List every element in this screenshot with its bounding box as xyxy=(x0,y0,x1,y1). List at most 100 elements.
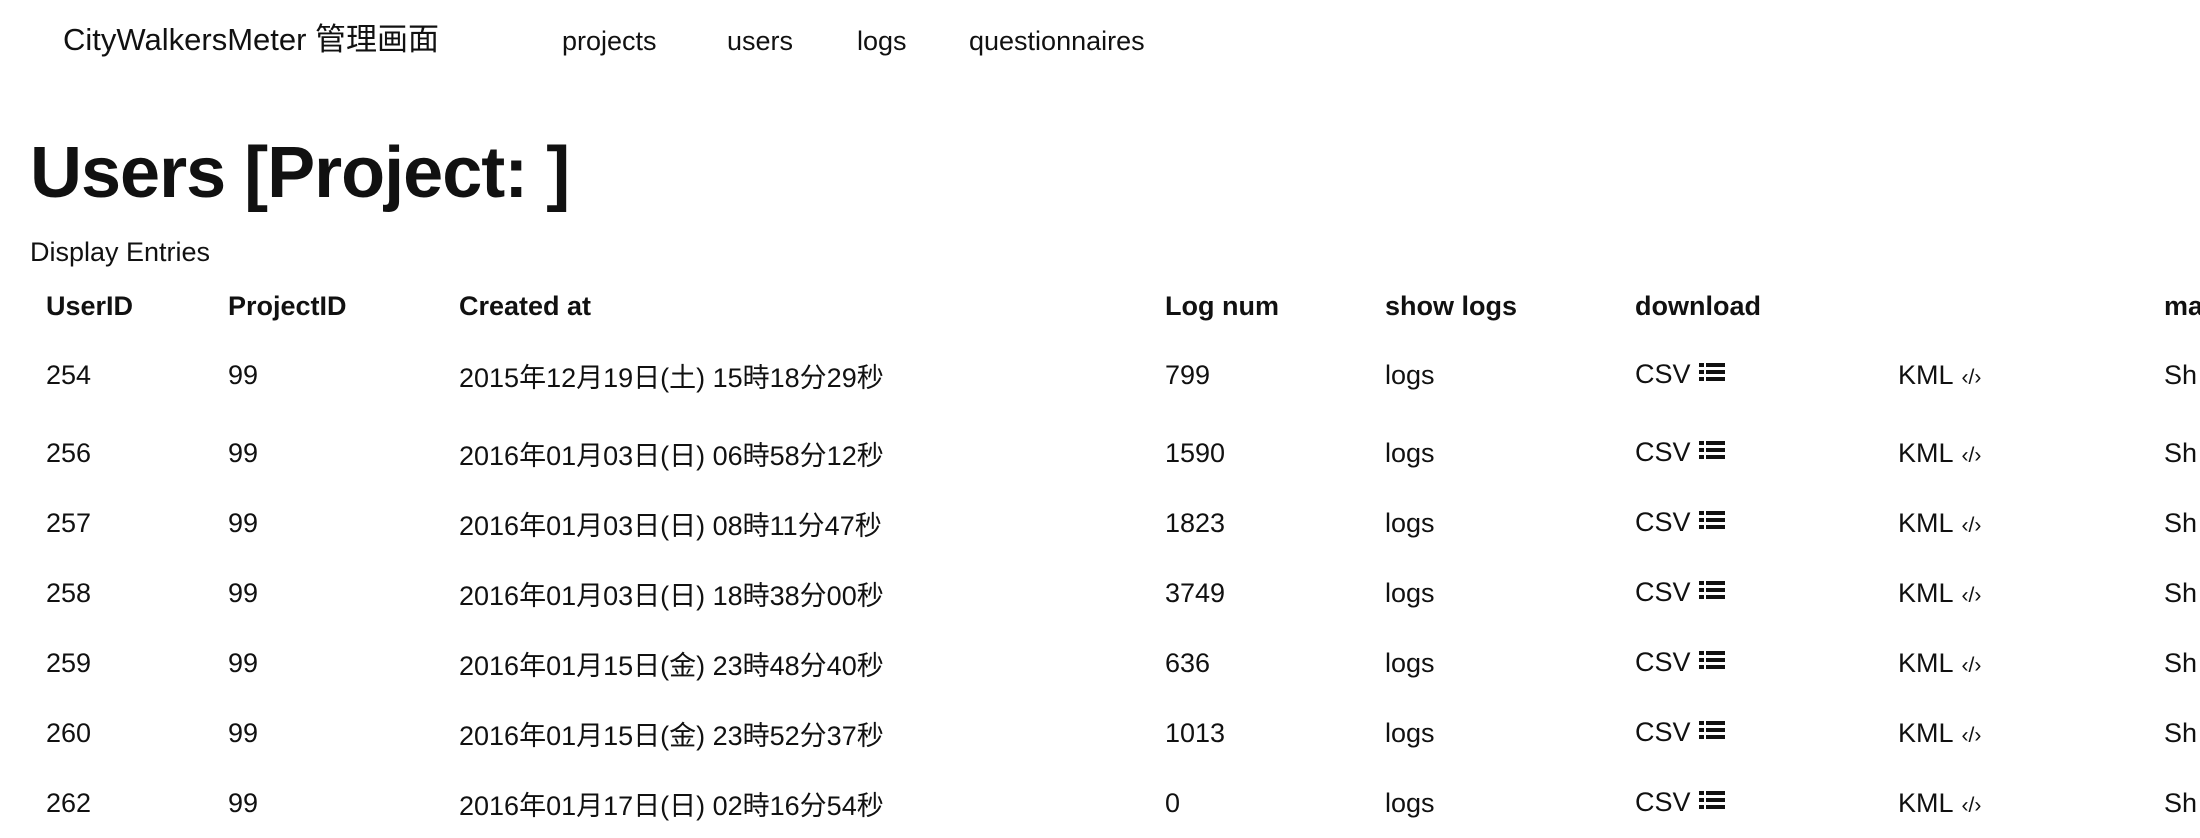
show-map-link[interactable]: Sh xyxy=(2164,508,2197,538)
download-csv-link[interactable]: CSV xyxy=(1635,359,1725,389)
cell-map: Sh xyxy=(2148,332,2200,418)
nav-link-projects[interactable]: projects xyxy=(562,22,657,60)
download-csv-label: CSV xyxy=(1635,716,1691,747)
list-icon xyxy=(1698,716,1725,747)
download-csv-label: CSV xyxy=(1635,786,1691,817)
cell-map: Sh xyxy=(2148,558,2200,628)
table-row: 256 99 2016年01月03日(日) 06時58分12秒 1590 logs CSV… xyxy=(30,418,2200,488)
nav-link-logs[interactable]: logs xyxy=(857,22,907,60)
show-map-link[interactable]: Sh xyxy=(2164,718,2197,748)
cell-download-kml: KML ‹/› xyxy=(1882,628,2148,698)
download-kml-link[interactable]: KML ‹/› xyxy=(1898,648,1981,678)
download-kml-link[interactable]: KML ‹/› xyxy=(1898,360,1981,390)
cell-log-num: 636 xyxy=(1165,647,1211,678)
cell-map: Sh xyxy=(2148,698,2200,768)
show-logs-link[interactable]: logs xyxy=(1385,438,1435,468)
cell-project-id: 99 xyxy=(228,507,259,538)
list-icon xyxy=(1698,646,1725,677)
show-logs-link[interactable]: logs xyxy=(1385,788,1435,818)
table-row: 254 99 2015年12月19日(土) 15時18分29秒 799 logs CSV K… xyxy=(30,332,2200,418)
code-icon: ‹/› xyxy=(1961,443,1982,467)
download-kml-label: KML xyxy=(1898,787,1954,818)
cell-user-id: 259 xyxy=(46,647,92,678)
cell-project-id: 99 xyxy=(228,717,259,748)
cell-created-at: 2016年01月03日(日) 18時38分00秒 xyxy=(459,580,884,611)
cell-user-id: 256 xyxy=(46,437,92,468)
cell-show-logs: logs xyxy=(1369,332,1619,418)
cell-show-logs: logs xyxy=(1369,488,1619,558)
show-map-link[interactable]: Sh xyxy=(2164,578,2197,608)
show-logs-link[interactable]: logs xyxy=(1385,648,1435,678)
download-kml-link[interactable]: KML ‹/› xyxy=(1898,438,1981,468)
download-csv-label: CSV xyxy=(1635,646,1691,677)
header-map: ma xyxy=(2164,290,2200,321)
cell-download-kml: KML ‹/› xyxy=(1882,698,2148,768)
list-icon xyxy=(1698,786,1725,817)
show-map-link[interactable]: Sh xyxy=(2164,788,2197,818)
download-csv-link[interactable]: CSV xyxy=(1635,507,1725,537)
cell-download-kml: KML ‹/› xyxy=(1882,558,2148,628)
cell-project-id: 99 xyxy=(228,359,259,390)
download-csv-link[interactable]: CSV xyxy=(1635,717,1725,747)
show-map-link[interactable]: Sh xyxy=(2164,438,2197,468)
cell-show-logs: logs xyxy=(1369,418,1619,488)
cell-download-kml: KML ‹/› xyxy=(1882,332,2148,418)
download-kml-label: KML xyxy=(1898,717,1954,748)
download-kml-label: KML xyxy=(1898,647,1954,678)
cell-download-csv: CSV xyxy=(1619,332,1882,418)
cell-show-logs: logs xyxy=(1369,698,1619,768)
header-show-logs: show logs xyxy=(1385,290,1518,321)
download-kml-link[interactable]: KML ‹/› xyxy=(1898,718,1981,748)
cell-map: Sh xyxy=(2148,768,2200,838)
show-map-link[interactable]: Sh xyxy=(2164,360,2197,390)
cell-download-csv: CSV xyxy=(1619,628,1882,698)
download-csv-label: CSV xyxy=(1635,506,1691,537)
code-icon: ‹/› xyxy=(1961,583,1982,607)
show-logs-link[interactable]: logs xyxy=(1385,508,1435,538)
show-logs-link[interactable]: logs xyxy=(1385,718,1435,748)
cell-project-id: 99 xyxy=(228,577,259,608)
cell-download-csv: CSV xyxy=(1619,418,1882,488)
download-kml-link[interactable]: KML ‹/› xyxy=(1898,788,1981,818)
download-csv-label: CSV xyxy=(1635,576,1691,607)
cell-log-num: 1590 xyxy=(1165,437,1226,468)
show-logs-link[interactable]: logs xyxy=(1385,360,1435,390)
cell-show-logs: logs xyxy=(1369,558,1619,628)
download-csv-link[interactable]: CSV xyxy=(1635,577,1725,607)
display-entries-label: Display Entries xyxy=(30,237,211,267)
header-created-at: Created at xyxy=(459,290,592,321)
cell-download-kml: KML ‹/› xyxy=(1882,768,2148,838)
download-csv-link[interactable]: CSV xyxy=(1635,787,1725,817)
download-kml-link[interactable]: KML ‹/› xyxy=(1898,508,1981,538)
list-icon xyxy=(1698,506,1725,537)
header-download-kml xyxy=(1882,280,2148,332)
cell-download-csv: CSV xyxy=(1619,768,1882,838)
cell-created-at: 2016年01月15日(金) 23時52分37秒 xyxy=(459,720,884,751)
cell-map: Sh xyxy=(2148,418,2200,488)
list-icon xyxy=(1698,576,1725,607)
cell-show-logs: logs xyxy=(1369,628,1619,698)
code-icon: ‹/› xyxy=(1961,365,1982,389)
download-csv-link[interactable]: CSV xyxy=(1635,437,1725,467)
cell-log-num: 799 xyxy=(1165,359,1211,390)
show-logs-link[interactable]: logs xyxy=(1385,578,1435,608)
cell-user-id: 257 xyxy=(46,507,92,538)
cell-user-id: 254 xyxy=(46,359,92,390)
cell-download-csv: CSV xyxy=(1619,558,1882,628)
cell-show-logs: logs xyxy=(1369,768,1619,838)
show-map-link[interactable]: Sh xyxy=(2164,648,2197,678)
code-icon: ‹/› xyxy=(1961,793,1982,817)
table-row: 259 99 2016年01月15日(金) 23時48分40秒 636 logs CSV K… xyxy=(30,628,2200,698)
nav-link-users[interactable]: users xyxy=(727,22,793,60)
code-icon: ‹/› xyxy=(1961,653,1982,677)
code-icon: ‹/› xyxy=(1961,723,1982,747)
list-icon xyxy=(1698,358,1725,389)
brand-title[interactable]: CityWalkersMeter 管理画面 xyxy=(63,18,439,62)
cell-map: Sh xyxy=(2148,488,2200,558)
code-icon: ‹/› xyxy=(1961,513,1982,537)
download-kml-link[interactable]: KML ‹/› xyxy=(1898,578,1981,608)
download-csv-link[interactable]: CSV xyxy=(1635,647,1725,677)
cell-user-id: 262 xyxy=(46,787,92,818)
table-row: 257 99 2016年01月03日(日) 08時11分47秒 1823 logs CSV… xyxy=(30,488,2200,558)
nav-link-questionnaires[interactable]: questionnaires xyxy=(969,22,1145,60)
